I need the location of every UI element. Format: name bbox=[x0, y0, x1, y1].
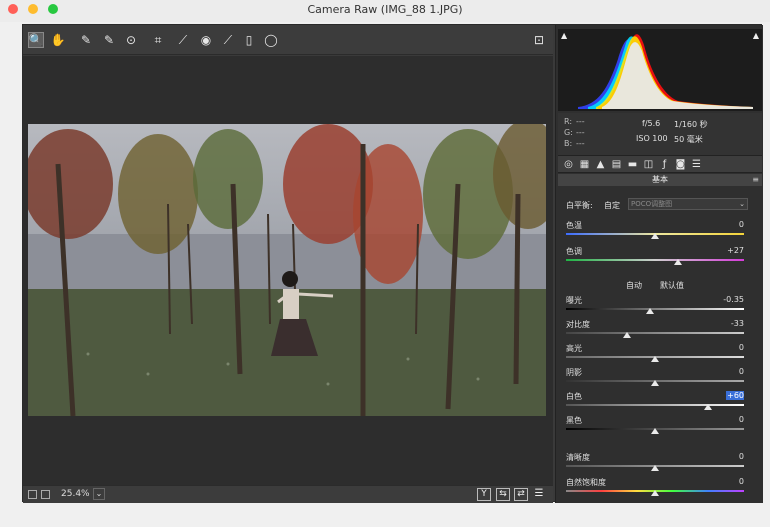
slider-label: 自然饱和度 bbox=[566, 478, 606, 487]
camera-calibration-tab-icon[interactable]: ◙ bbox=[674, 158, 687, 171]
color-sampler-icon[interactable]: ✎ bbox=[101, 32, 117, 48]
white-balance-select[interactable]: POCO调整图 ⌄ bbox=[628, 198, 748, 210]
slider-label: 曝光 bbox=[566, 296, 582, 305]
radial-filter-icon[interactable]: ◯ bbox=[263, 32, 279, 48]
slider-value[interactable]: +60 bbox=[726, 391, 744, 400]
slider-thumb[interactable] bbox=[622, 332, 631, 338]
iso-value: ISO 100 bbox=[636, 134, 668, 143]
hsl-tab-icon[interactable]: ▤ bbox=[610, 158, 623, 171]
default-button[interactable]: 默认值 bbox=[660, 280, 684, 291]
r-value: --- bbox=[576, 117, 585, 126]
slider-value[interactable]: 0 bbox=[704, 415, 744, 424]
panel-tabs: ◎ ▦ ▲ ▤ ▬ ◫ ƒ ◙ ☰ bbox=[558, 155, 762, 173]
slider-thumb[interactable] bbox=[651, 233, 659, 239]
slider-label: 色调 bbox=[566, 247, 582, 256]
before-after-y-icon[interactable]: Y bbox=[477, 488, 491, 501]
toolbar: ⊡ 🔍 ✋ ✎ ✎ ⊙ ⌗ ⟋ ◉ ⟋ ▯ ◯ bbox=[23, 25, 553, 55]
lens-tab-icon[interactable]: ◫ bbox=[642, 158, 655, 171]
histogram-graph bbox=[578, 34, 753, 110]
image-preview-area[interactable] bbox=[23, 56, 553, 485]
slider-label: 高光 bbox=[566, 344, 582, 353]
white-balance-label: 白平衡: bbox=[566, 201, 593, 210]
detail-tab-icon[interactable]: ▲ bbox=[594, 158, 607, 171]
white-balance-preset: POCO调整图 bbox=[631, 200, 673, 208]
swap-settings-icon[interactable]: ⇆ bbox=[496, 488, 510, 501]
white-balance-icon[interactable]: ✎ bbox=[78, 32, 94, 48]
slider-track[interactable] bbox=[566, 308, 744, 310]
single-view-icon[interactable] bbox=[28, 490, 37, 499]
slider-thumb[interactable] bbox=[651, 465, 659, 471]
b-label: B: bbox=[564, 139, 573, 148]
slider-thumb[interactable] bbox=[651, 428, 659, 434]
slider-value[interactable]: 0 bbox=[704, 343, 744, 352]
tone-curve-tab-icon[interactable]: ▦ bbox=[578, 158, 591, 171]
slider-value[interactable]: 0 bbox=[704, 220, 744, 229]
auto-button[interactable]: 自动 bbox=[626, 280, 642, 291]
slider-thumb[interactable] bbox=[645, 308, 654, 314]
slider-thumb[interactable] bbox=[704, 404, 713, 410]
slider-value[interactable]: +27 bbox=[704, 246, 744, 255]
slider-value[interactable]: 0 bbox=[704, 477, 744, 486]
slider-value[interactable]: -0.35 bbox=[704, 295, 744, 304]
basic-section-header: 基本 bbox=[558, 174, 762, 186]
slider-label: 对比度 bbox=[566, 320, 590, 329]
b-value: --- bbox=[576, 139, 585, 148]
slider-thumb[interactable] bbox=[674, 259, 683, 265]
slider-label: 色温 bbox=[566, 221, 582, 230]
status-bar: 25.4% ⌄ Y ⇆ ⇄ ☰ bbox=[23, 485, 553, 503]
slider-value[interactable]: 0 bbox=[704, 367, 744, 376]
window-title: Camera Raw (IMG_88 1.JPG) bbox=[307, 3, 463, 16]
graduated-filter-icon[interactable]: ▯ bbox=[241, 32, 257, 48]
focal-length-value: 50 毫米 bbox=[674, 135, 703, 144]
g-value: --- bbox=[576, 128, 585, 137]
straighten-icon[interactable]: ⟋ bbox=[175, 32, 191, 48]
split-toning-tab-icon[interactable]: ▬ bbox=[626, 158, 639, 171]
slider-track[interactable] bbox=[566, 404, 744, 406]
hand-icon[interactable]: ✋ bbox=[50, 32, 66, 48]
basic-tab-icon[interactable]: ◎ bbox=[562, 158, 575, 171]
copy-settings-icon[interactable]: ⇄ bbox=[514, 488, 528, 501]
camera-info: R: --- G: --- B: --- f/5.6 1/160 秒 ISO 1… bbox=[558, 113, 762, 155]
aperture-value: f/5.6 bbox=[642, 119, 661, 128]
g-label: G: bbox=[564, 128, 573, 137]
zoom-dropdown-icon[interactable]: ⌄ bbox=[93, 488, 105, 500]
slider-value[interactable]: -33 bbox=[704, 319, 744, 328]
photo-preview[interactable] bbox=[28, 124, 546, 416]
shadow-clipping-icon[interactable]: ▲ bbox=[561, 31, 567, 40]
open-preferences-icon[interactable]: ⊡ bbox=[531, 32, 547, 48]
slider-value[interactable]: 0 bbox=[704, 452, 744, 461]
targeted-adjustment-icon[interactable]: ⊙ bbox=[123, 32, 139, 48]
zoom-icon[interactable]: 🔍 bbox=[28, 32, 44, 48]
histogram: ▲ ▲ bbox=[558, 29, 762, 111]
slider-thumb[interactable] bbox=[651, 490, 659, 496]
slider-track[interactable] bbox=[566, 259, 744, 261]
crop-icon[interactable]: ⌗ bbox=[150, 32, 166, 48]
camera-raw-dialog: ⊡ 🔍 ✋ ✎ ✎ ⊙ ⌗ ⟋ ◉ ⟋ ▯ ◯ 25.4% ⌄ Y ⇆ ⇄ ☰ … bbox=[22, 24, 763, 503]
brush-icon[interactable]: ⟋ bbox=[220, 32, 236, 48]
slider-thumb[interactable] bbox=[651, 356, 659, 362]
panel-menu-icon[interactable]: ≡ bbox=[752, 175, 759, 184]
red-eye-icon[interactable]: ◉ bbox=[198, 32, 214, 48]
highlight-clipping-icon[interactable]: ▲ bbox=[753, 31, 759, 40]
zoom-level[interactable]: 25.4% bbox=[61, 489, 90, 499]
effects-tab-icon[interactable]: ƒ bbox=[658, 158, 671, 171]
slider-label: 阴影 bbox=[566, 368, 582, 377]
presets-tab-icon[interactable]: ☰ bbox=[690, 158, 703, 171]
white-balance-mode: 自定 bbox=[604, 201, 620, 210]
slider-label: 清晰度 bbox=[566, 453, 590, 462]
slider-thumb[interactable] bbox=[651, 380, 659, 386]
chevron-down-icon: ⌄ bbox=[739, 200, 745, 208]
adjustments-toggle-icon[interactable]: ☰ bbox=[532, 488, 546, 501]
slider-label: 白色 bbox=[566, 392, 582, 401]
compare-view-icon[interactable] bbox=[41, 490, 50, 499]
right-panel: ▲ ▲ R: --- G: --- B: --- f/5.6 1/160 秒 I… bbox=[555, 25, 763, 503]
r-label: R: bbox=[564, 117, 573, 126]
title-bar: Camera Raw (IMG_88 1.JPG) bbox=[0, 0, 770, 22]
shutter-value: 1/160 秒 bbox=[674, 120, 708, 129]
slider-track[interactable] bbox=[566, 332, 744, 334]
slider-label: 黑色 bbox=[566, 416, 582, 425]
forest-photo-image bbox=[28, 124, 546, 416]
